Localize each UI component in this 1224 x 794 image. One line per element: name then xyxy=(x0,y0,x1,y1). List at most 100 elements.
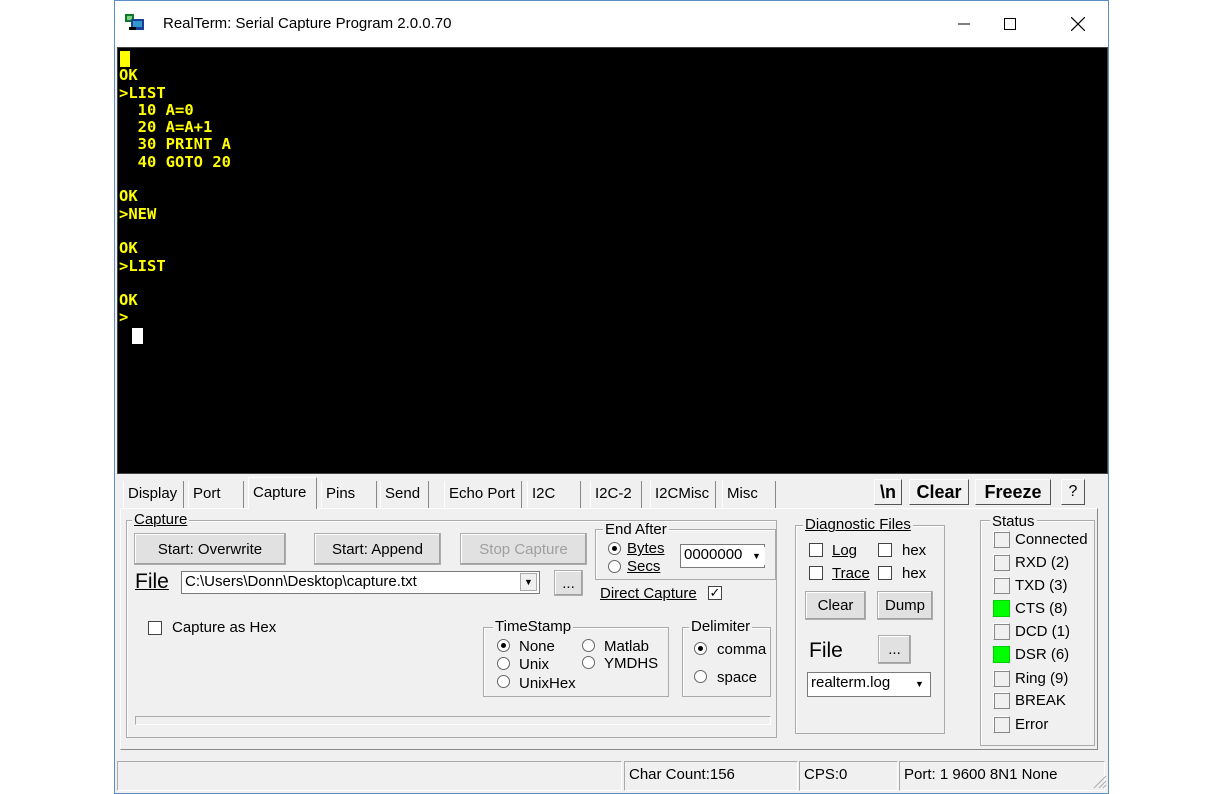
capture-file-browse-button[interactable]: ... xyxy=(554,570,583,596)
title-bar[interactable]: RealTerm: Serial Capture Program 2.0.0.7… xyxy=(115,1,1108,47)
tab-display[interactable]: Display xyxy=(123,481,184,508)
status-led-label: TXD (3) xyxy=(1015,577,1068,594)
diag-file-browse-button[interactable]: ... xyxy=(878,635,911,664)
delimiter-comma-radio[interactable] xyxy=(694,642,707,655)
status-led-label: CTS (8) xyxy=(1015,600,1068,617)
capture-group-label: Capture xyxy=(132,511,190,528)
delimiter-space-radio[interactable] xyxy=(694,670,707,683)
timestamp-label: TimeStamp xyxy=(493,618,574,635)
timestamp-none-label: None xyxy=(519,638,555,655)
timestamp-unixhex-radio[interactable] xyxy=(497,675,510,688)
window-title: RealTerm: Serial Capture Program 2.0.0.7… xyxy=(163,15,452,32)
capture-progress-bar xyxy=(135,716,771,725)
status-label: Status xyxy=(990,513,1037,530)
tab-i2c[interactable]: I2C xyxy=(527,481,581,508)
clear-button[interactable]: Clear xyxy=(909,479,969,505)
delimiter-label: Delimiter xyxy=(689,618,753,635)
status-led-label: Error xyxy=(1015,716,1049,733)
maximize-icon xyxy=(1004,18,1016,30)
realterm-app-icon xyxy=(125,14,144,30)
file-label: File xyxy=(135,570,169,593)
delimiter-comma-label: comma xyxy=(717,641,767,658)
tab-send[interactable]: Send xyxy=(380,481,429,508)
timestamp-unixhex-label: UnixHex xyxy=(519,675,576,692)
timestamp-unix-radio[interactable] xyxy=(497,657,510,670)
status-led-label: BREAK xyxy=(1015,692,1066,709)
status-led-label: DCD (1) xyxy=(1015,623,1070,640)
start-overwrite-button[interactable]: Start: Overwrite xyxy=(134,533,286,565)
end-after-bytes-radio[interactable] xyxy=(608,542,621,555)
status-led-label: RXD (2) xyxy=(1015,554,1070,571)
tab-capture[interactable]: Capture xyxy=(248,477,317,509)
start-append-button[interactable]: Start: Append xyxy=(314,533,441,565)
close-icon xyxy=(1071,17,1085,31)
diag-file-label: File xyxy=(809,639,843,662)
delimiter-group xyxy=(682,627,771,697)
diag-log-checkbox[interactable] xyxy=(809,543,823,557)
status-led xyxy=(993,646,1010,663)
status-led xyxy=(993,623,1010,640)
terminal-cursor xyxy=(132,328,143,344)
diag-trace-label: Trace xyxy=(832,565,870,582)
cps-panel: CPS:0 xyxy=(799,761,898,791)
status-led xyxy=(993,716,1010,733)
status-led xyxy=(993,670,1010,687)
capture-file-path-input[interactable]: C:\Users\Donn\Desktop\capture.txt xyxy=(181,571,540,594)
timestamp-ymdhs-label: YMDHS xyxy=(604,655,659,672)
diag-log-label: Log xyxy=(832,542,858,559)
newline-button[interactable]: \n xyxy=(874,479,902,505)
stop-capture-button[interactable]: Stop Capture xyxy=(460,533,587,565)
tab-misc[interactable]: Misc xyxy=(722,481,776,508)
timestamp-unix-label: Unix xyxy=(519,656,550,673)
diag-log-hex-label: hex xyxy=(902,542,927,559)
timestamp-matlab-radio[interactable] xyxy=(582,639,595,652)
diag-trace-hex-label: hex xyxy=(902,565,927,582)
capture-as-hex-label: Capture as Hex xyxy=(172,619,277,636)
minimize-icon xyxy=(958,23,970,25)
status-led xyxy=(993,577,1010,594)
close-button[interactable] xyxy=(1055,1,1101,47)
resize-grip-icon[interactable] xyxy=(1091,773,1107,789)
tab-echo-port[interactable]: Echo Port xyxy=(444,481,522,508)
capture-panel: Capture Start: Overwrite Start: Append S… xyxy=(120,508,1098,750)
help-button[interactable]: ? xyxy=(1061,479,1085,505)
diag-file-dropdown-arrow[interactable]: ▼ xyxy=(911,675,928,693)
port-info-panel: Port: 1 9600 8N1 None xyxy=(899,761,1105,791)
end-after-secs-label: Secs xyxy=(627,558,661,575)
timestamp-matlab-label: Matlab xyxy=(604,638,650,655)
status-bar: Char Count:156 CPS:0 Port: 1 9600 8N1 No… xyxy=(115,759,1108,794)
diag-dump-button[interactable]: Dump xyxy=(877,591,933,620)
timestamp-none-radio[interactable] xyxy=(497,639,510,652)
status-led xyxy=(993,600,1010,617)
status-led-label: Ring (9) xyxy=(1015,670,1069,687)
direct-capture-checkbox[interactable]: ✓ xyxy=(708,586,722,600)
end-after-label: End After xyxy=(603,521,669,538)
statusbar-blank-panel xyxy=(117,761,622,791)
diag-trace-hex-checkbox[interactable] xyxy=(878,566,892,580)
terminal-display[interactable]: OK >LIST 10 A=0 20 A=A+1 30 PRINT A 40 G… xyxy=(117,47,1108,474)
char-count-panel: Char Count:156 xyxy=(624,761,798,791)
end-after-bytes-label: Bytes xyxy=(627,540,665,557)
end-after-secs-radio[interactable] xyxy=(608,560,621,573)
freeze-button[interactable]: Freeze xyxy=(975,479,1051,505)
tab-pins[interactable]: Pins xyxy=(321,481,377,508)
status-led-label: Connected xyxy=(1015,531,1088,548)
terminal-text: OK >LIST 10 A=0 20 A=A+1 30 PRINT A 40 G… xyxy=(119,66,231,327)
file-path-dropdown-arrow[interactable]: ▼ xyxy=(520,573,537,591)
realterm-window: RealTerm: Serial Capture Program 2.0.0.7… xyxy=(114,0,1109,794)
status-led xyxy=(993,531,1010,548)
maximize-button[interactable] xyxy=(987,1,1033,47)
end-after-dropdown-arrow[interactable]: ▼ xyxy=(748,547,765,565)
tab-port[interactable]: Port xyxy=(188,481,244,508)
tab-i2cmisc[interactable]: I2CMisc xyxy=(650,481,716,508)
diag-trace-checkbox[interactable] xyxy=(809,566,823,580)
timestamp-ymdhs-radio[interactable] xyxy=(582,656,595,669)
capture-as-hex-checkbox[interactable] xyxy=(148,621,162,635)
diag-clear-button[interactable]: Clear xyxy=(805,591,866,620)
status-led xyxy=(993,554,1010,571)
diag-log-hex-checkbox[interactable] xyxy=(878,543,892,557)
tab-i2c-2[interactable]: I2C-2 xyxy=(590,481,642,508)
diagnostic-files-label: Diagnostic Files xyxy=(803,516,913,533)
minimize-button[interactable] xyxy=(941,1,987,47)
status-led xyxy=(993,692,1010,709)
